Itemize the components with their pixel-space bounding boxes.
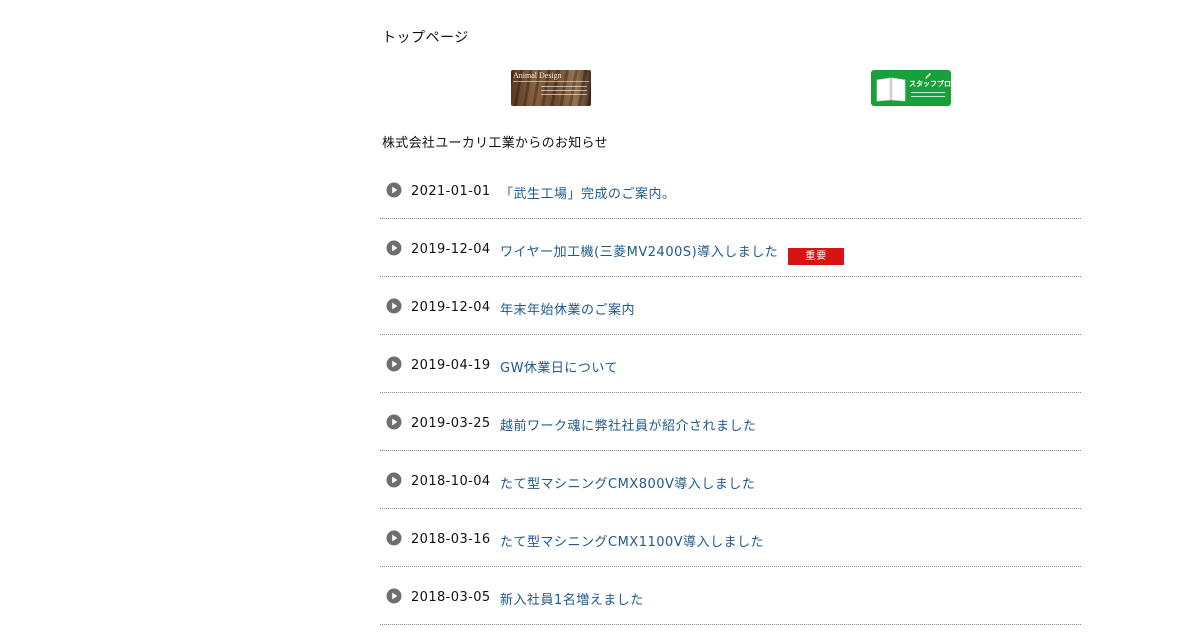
news-link[interactable]: 越前ワーク魂に弊社社員が紹介されました: [500, 415, 757, 434]
news-item: 2021-01-01 「武生工場」完成のご案内。: [380, 161, 1081, 219]
important-badge: 重要: [788, 248, 845, 265]
news-link[interactable]: 新入社員1名増えました: [500, 589, 644, 608]
news-title-row: ワイヤー加工機(三菱MV2400S)導入しました 重要: [500, 241, 845, 265]
news-date: 2018-10-04: [411, 474, 491, 489]
banner-decorative-lines: [911, 92, 945, 100]
news-date: 2019-12-04: [411, 242, 491, 257]
play-circle-icon: [386, 588, 402, 604]
pen-icon: [925, 73, 931, 79]
staff-blog-banner-title: スタッフブログ: [909, 80, 951, 88]
news-link[interactable]: 年末年始休業のご案内: [500, 299, 635, 318]
play-circle-icon: [386, 240, 402, 256]
news-item: 2018-10-04 たて型マシニングCMX800V導入しました: [380, 451, 1081, 509]
play-circle-icon: [386, 414, 402, 430]
news-link[interactable]: ワイヤー加工機(三菱MV2400S)導入しました: [500, 245, 778, 260]
banner-decorative-lines: [541, 86, 587, 98]
animal-design-banner-title: Animal Design: [513, 71, 562, 80]
play-circle-icon: [386, 298, 402, 314]
banner-divider: [513, 81, 589, 82]
news-date: 2021-01-01: [411, 184, 491, 199]
play-circle-icon: [386, 356, 402, 372]
breadcrumb: トップページ: [382, 27, 469, 47]
animal-design-banner[interactable]: Animal Design: [511, 70, 591, 106]
play-circle-icon: [386, 530, 402, 546]
news-item: 2019-04-19 GW休業日について: [380, 335, 1081, 393]
page: トップページ Animal Design スタッフブログ 株式会社ユーカリ工業か…: [0, 0, 1200, 632]
news-date: 2018-03-16: [411, 532, 491, 547]
play-circle-icon: [386, 182, 402, 198]
news-link[interactable]: たて型マシニングCMX800V導入しました: [500, 473, 755, 492]
news-date: 2019-03-25: [411, 416, 491, 431]
news-item: 2019-03-25 越前ワーク魂に弊社社員が紹介されました: [380, 393, 1081, 451]
news-link[interactable]: 「武生工場」完成のご案内。: [500, 183, 676, 202]
news-link[interactable]: GW休業日について: [500, 357, 618, 376]
news-date: 2019-04-19: [411, 358, 491, 373]
news-link[interactable]: たて型マシニングCMX1100V導入しました: [500, 531, 764, 550]
news-item: 2019-12-04 ワイヤー加工機(三菱MV2400S)導入しました 重要: [380, 219, 1081, 277]
notebook-icon: [876, 77, 906, 102]
breadcrumb-current: トップページ: [382, 30, 469, 46]
news-heading: 株式会社ユーカリ工業からのお知らせ: [382, 136, 608, 151]
news-list: 2021-01-01 「武生工場」完成のご案内。 2019-12-04 ワイヤー…: [380, 161, 1081, 625]
news-item: 2018-03-16 たて型マシニングCMX1100V導入しました: [380, 509, 1081, 567]
news-item: 2019-12-04 年末年始休業のご案内: [380, 277, 1081, 335]
news-date: 2019-12-04: [411, 300, 491, 315]
play-circle-icon: [386, 472, 402, 488]
staff-blog-banner[interactable]: スタッフブログ: [871, 70, 951, 106]
news-date: 2018-03-05: [411, 590, 491, 605]
news-item: 2018-03-05 新入社員1名増えました: [380, 567, 1081, 625]
